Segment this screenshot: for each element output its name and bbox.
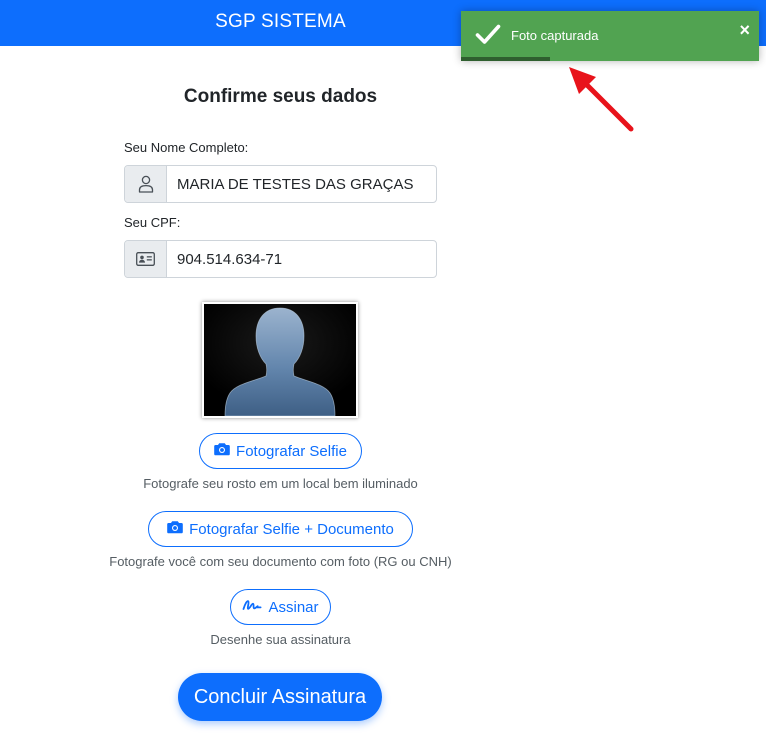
id-card-icon <box>125 241 167 277</box>
name-input-group <box>124 165 437 203</box>
toast-close-button[interactable]: × <box>739 21 750 39</box>
take-selfie-button[interactable]: Fotografar Selfie <box>199 433 362 469</box>
toast-message: Foto capturada <box>511 28 599 43</box>
name-label: Seu Nome Completo: <box>124 140 249 155</box>
sign-button[interactable]: Assinar <box>230 589 331 625</box>
selfie-preview <box>202 302 358 418</box>
selfie-document-hint: Fotografe você com seu documento com fot… <box>109 554 452 569</box>
camera-icon <box>167 520 183 538</box>
name-field[interactable] <box>167 166 436 202</box>
sign-label: Assinar <box>268 598 319 616</box>
cpf-label: Seu CPF: <box>124 215 181 230</box>
take-selfie-label: Fotografar Selfie <box>236 442 347 460</box>
signature-icon <box>242 598 262 616</box>
annotation-arrow-icon <box>569 67 634 132</box>
cpf-input-group <box>124 240 437 278</box>
finish-signature-button[interactable]: Concluir Assinatura <box>178 673 382 721</box>
checkmark-icon <box>475 23 501 50</box>
toast-notification: Foto capturada × <box>461 11 759 61</box>
page-title: Confirme seus dados <box>183 86 378 107</box>
take-selfie-document-button[interactable]: Fotografar Selfie + Documento <box>148 511 413 547</box>
take-selfie-document-label: Fotografar Selfie + Documento <box>189 520 394 538</box>
user-icon <box>125 166 167 202</box>
toast-progress-bar <box>461 57 551 61</box>
person-silhouette-icon <box>204 304 356 416</box>
selfie-hint: Fotografe seu rosto em um local bem ilum… <box>143 476 418 491</box>
cpf-field[interactable] <box>167 241 436 277</box>
sign-hint: Desenhe sua assinatura <box>210 632 351 647</box>
camera-icon <box>214 442 230 460</box>
